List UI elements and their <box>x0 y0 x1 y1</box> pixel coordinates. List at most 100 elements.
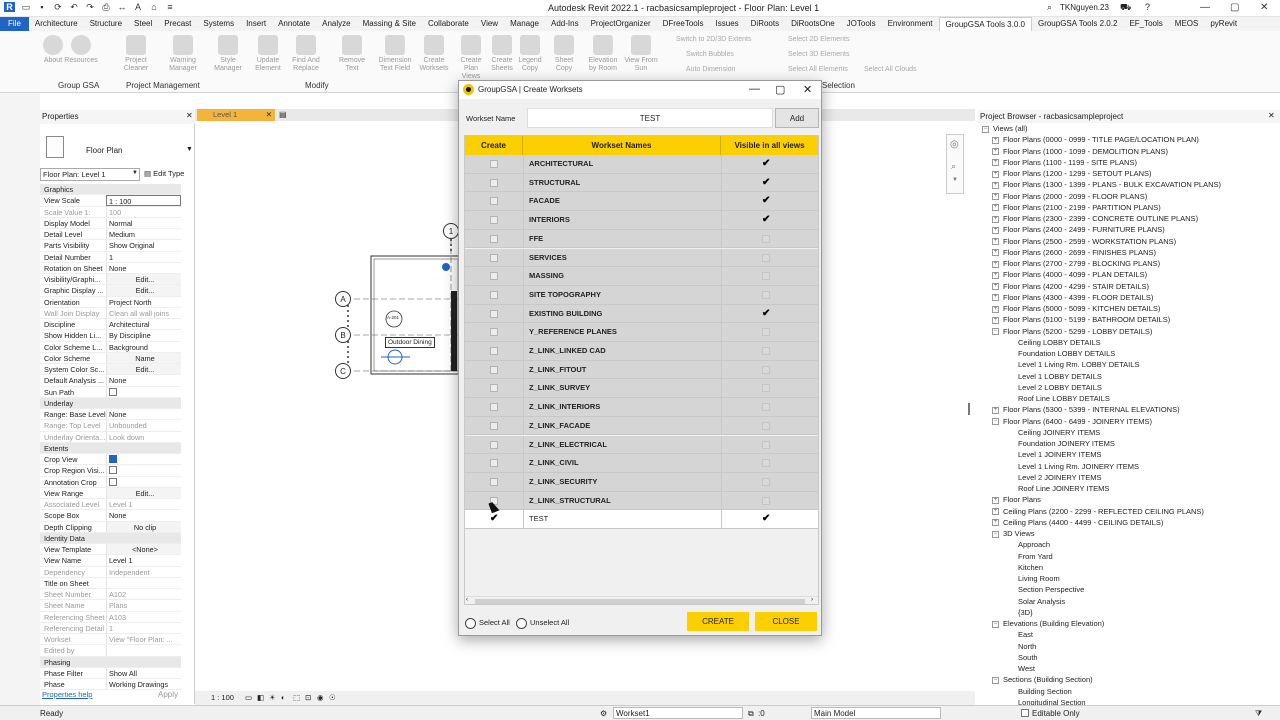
tab-manage[interactable]: Manage <box>504 17 545 31</box>
browser-item[interactable]: + Floor Plans (4000 - 4099 - PLAN DETAILS… <box>992 270 1147 280</box>
property-value[interactable]: By Discipline <box>106 330 181 341</box>
browser-item[interactable]: + Floor Plans (2100 - 2199 - PARTITION PL… <box>992 203 1161 213</box>
browser-item[interactable]: Kitchen <box>1018 563 1043 573</box>
property-value[interactable]: Medium <box>106 229 181 240</box>
column-visible[interactable]: Visible in all views <box>721 136 818 155</box>
sheet-copy-button[interactable]: Sheet Copy <box>547 35 581 73</box>
3d-view-icon[interactable]: ⌂ <box>149 2 159 12</box>
expand-icon[interactable]: + <box>992 294 999 302</box>
horizontal-scrollbar[interactable]: ‹ › <box>465 596 818 604</box>
create-checkbox[interactable] <box>490 347 498 355</box>
create-checkbox[interactable]: ✔ <box>490 514 498 524</box>
select-2d-button[interactable]: Select 2D Elements <box>788 36 849 43</box>
visible-checkbox[interactable]: ✔ <box>762 159 770 169</box>
select-all-button[interactable]: Select All Elements <box>788 66 848 73</box>
browser-item[interactable]: + Floor Plans (4200 - 4299 - STAIR DETAIL… <box>992 282 1149 292</box>
browser-item[interactable]: Level 2 JOINERY ITEMS <box>1018 473 1102 483</box>
tab-analyze[interactable]: Analyze <box>316 17 356 31</box>
tab-collaborate[interactable]: Collaborate <box>422 17 475 31</box>
grid-bubble-1[interactable]: 1 <box>443 223 459 239</box>
tab-dfreetools[interactable]: DFreeTools <box>657 17 710 31</box>
browser-item[interactable]: West <box>1018 664 1035 674</box>
text-icon[interactable]: A <box>133 2 143 12</box>
property-value[interactable]: Background <box>106 341 181 352</box>
expand-icon[interactable]: + <box>992 271 999 279</box>
edit-type-button[interactable]: ▤ Edit Type <box>144 168 194 181</box>
filter-icon[interactable]: ⧩ <box>1255 706 1262 720</box>
minimize-icon[interactable]: — <box>1200 2 1210 13</box>
expand-icon[interactable]: + <box>992 215 999 223</box>
workset-row[interactable]: Z_LINK_ELECTRICAL <box>465 435 818 455</box>
collapse-icon[interactable]: − <box>992 530 999 538</box>
visible-checkbox[interactable] <box>762 234 770 243</box>
browser-item[interactable]: + Floor Plans (1100 - 1199 - SITE PLANS) <box>992 158 1137 168</box>
visible-checkbox[interactable] <box>762 477 770 486</box>
visible-checkbox[interactable] <box>762 290 770 299</box>
browser-item[interactable]: Roof Line LOBBY DETAILS <box>1018 394 1110 404</box>
expand-icon[interactable]: + <box>992 148 999 156</box>
design-options-select[interactable]: Main Model <box>811 707 941 719</box>
workset-row[interactable]: MASSING <box>465 267 818 286</box>
create-checkbox[interactable] <box>490 309 498 318</box>
close-window-icon[interactable]: ✕ <box>1260 2 1268 13</box>
property-value[interactable]: None <box>106 262 181 273</box>
browser-item[interactable]: Approach <box>1018 540 1050 550</box>
visible-checkbox[interactable] <box>762 347 770 355</box>
create-checkbox[interactable] <box>490 365 498 374</box>
expand-icon[interactable]: + <box>992 193 999 201</box>
create-checkbox[interactable] <box>490 421 498 430</box>
search-icon[interactable]: ⌕ <box>1047 2 1052 13</box>
browser-item[interactable]: + Floor Plans (1000 - 1099 - DEMOLITION P… <box>992 147 1168 157</box>
workset-row[interactable]: SITE TOPOGRAPHY <box>465 285 818 305</box>
tab-groupgsa-tools-3-0-0[interactable]: GroupGSA Tools 3.0.0 <box>938 16 1032 32</box>
tab-architecture[interactable]: Architecture <box>29 17 84 31</box>
zoom-icon[interactable]: ⌕ <box>951 161 956 172</box>
auto-dimension-button[interactable]: Auto Dimension <box>686 66 735 73</box>
collapse-icon[interactable]: − <box>992 328 999 336</box>
property-edit-button[interactable]: Name <box>106 352 181 363</box>
workset-row[interactable]: ✔ TEST ✔ <box>465 510 818 529</box>
view-from-sun-button[interactable]: View From Sun <box>624 35 658 73</box>
scroll-right-icon[interactable]: › <box>811 597 813 603</box>
section-tag[interactable]: A-201 <box>387 315 399 320</box>
warning-manager-button[interactable]: Warning Manager <box>166 35 200 73</box>
browser-item[interactable]: + Floor Plans <box>992 495 1041 505</box>
property-checkbox[interactable] <box>109 466 117 475</box>
property-value[interactable]: Show Original <box>106 240 181 251</box>
detail-level-icon[interactable]: ▭ <box>245 691 252 705</box>
collapse-icon[interactable]: − <box>992 418 999 426</box>
workset-row[interactable]: Z_LINK_CIVIL <box>465 454 818 473</box>
resources-button[interactable]: Resources <box>64 35 98 65</box>
style-manager-button[interactable]: Style Manager <box>211 35 245 73</box>
property-value[interactable] <box>106 465 181 476</box>
column-workset-names[interactable]: Workset Names <box>523 136 721 155</box>
properties-close-icon[interactable]: ✕ <box>186 111 193 120</box>
properties-help-link[interactable]: Properties help <box>42 690 92 699</box>
browser-item[interactable]: Foundation LOBBY DETAILS <box>1018 349 1115 359</box>
create-checkbox[interactable] <box>490 403 498 412</box>
column-create[interactable]: Create <box>465 136 523 155</box>
browser-item[interactable]: + Floor Plans (1300 - 1399 - PLANS - BULK… <box>992 180 1221 190</box>
property-edit-button[interactable]: <None> <box>106 544 181 555</box>
property-value[interactable]: Working Drawings <box>106 679 181 690</box>
browser-item[interactable]: − Floor Plans (5200 - 5299 - LOBBY DETAIL… <box>992 327 1152 337</box>
create-checkbox[interactable] <box>490 178 498 187</box>
visual-style-icon[interactable]: ◧ <box>257 691 264 705</box>
dimension-text-field-button[interactable]: Dimension Text Field <box>378 35 412 73</box>
property-value[interactable]: 1 <box>106 251 181 262</box>
collapse-icon[interactable]: − <box>992 676 999 684</box>
browser-close-icon[interactable]: ✕ <box>1268 111 1275 120</box>
remove-text-button[interactable]: Remove Text <box>335 35 369 73</box>
expand-icon[interactable]: + <box>992 316 999 324</box>
project-cleaner-button[interactable]: Project Cleaner <box>119 35 153 73</box>
browser-item[interactable]: Section Perspective <box>1018 585 1084 595</box>
create-button[interactable]: CREATE <box>687 612 749 631</box>
property-value[interactable]: None <box>106 375 181 386</box>
workset-row[interactable]: Z_LINK_SECURITY <box>465 472 818 492</box>
cart-icon[interactable]: ⛟ <box>1120 2 1131 14</box>
expand-icon[interactable]: + <box>992 170 999 178</box>
property-edit-button[interactable]: Edit... <box>106 487 181 498</box>
browser-item[interactable]: + Floor Plans (5300 - 5399 - INTERNAL ELE… <box>992 405 1180 415</box>
workset-row[interactable]: ARCHITECTURAL ✔ <box>465 155 818 174</box>
tab-projectorganizer[interactable]: ProjectOrganizer <box>585 17 657 31</box>
